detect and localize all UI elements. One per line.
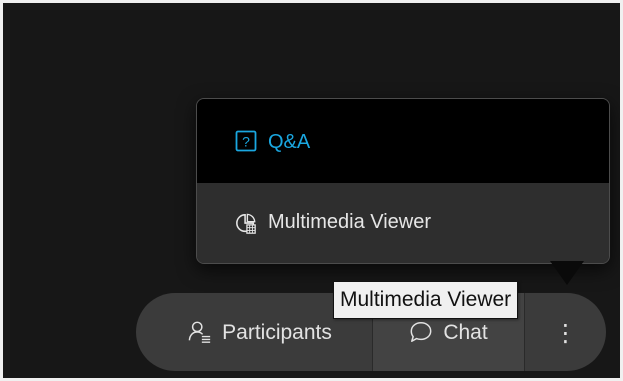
participants-icon xyxy=(188,320,212,344)
menu-item-qa-label: Q&A xyxy=(268,130,311,153)
menu-pointer xyxy=(550,261,584,285)
more-options-icon: ⋮ xyxy=(553,320,578,347)
meeting-window: ? Q&A Multimedia Viewer Participants Cha… xyxy=(3,3,620,378)
tooltip-text: Multimedia Viewer xyxy=(340,288,512,311)
more-options-button[interactable]: ⋮ xyxy=(524,293,606,371)
chat-label: Chat xyxy=(443,321,488,344)
menu-item-multimedia-viewer-label: Multimedia Viewer xyxy=(268,210,432,233)
menu-item-multimedia-viewer[interactable]: Multimedia Viewer xyxy=(197,183,609,263)
more-options-menu: ? Q&A Multimedia Viewer xyxy=(196,98,610,264)
chat-bubble-icon xyxy=(409,320,433,344)
participants-label: Participants xyxy=(222,321,332,344)
multimedia-viewer-icon xyxy=(235,213,257,235)
svg-text:?: ? xyxy=(242,134,250,150)
menu-item-qa[interactable]: ? Q&A xyxy=(197,99,609,183)
tooltip: Multimedia Viewer xyxy=(333,281,519,319)
qa-icon: ? xyxy=(235,130,257,152)
